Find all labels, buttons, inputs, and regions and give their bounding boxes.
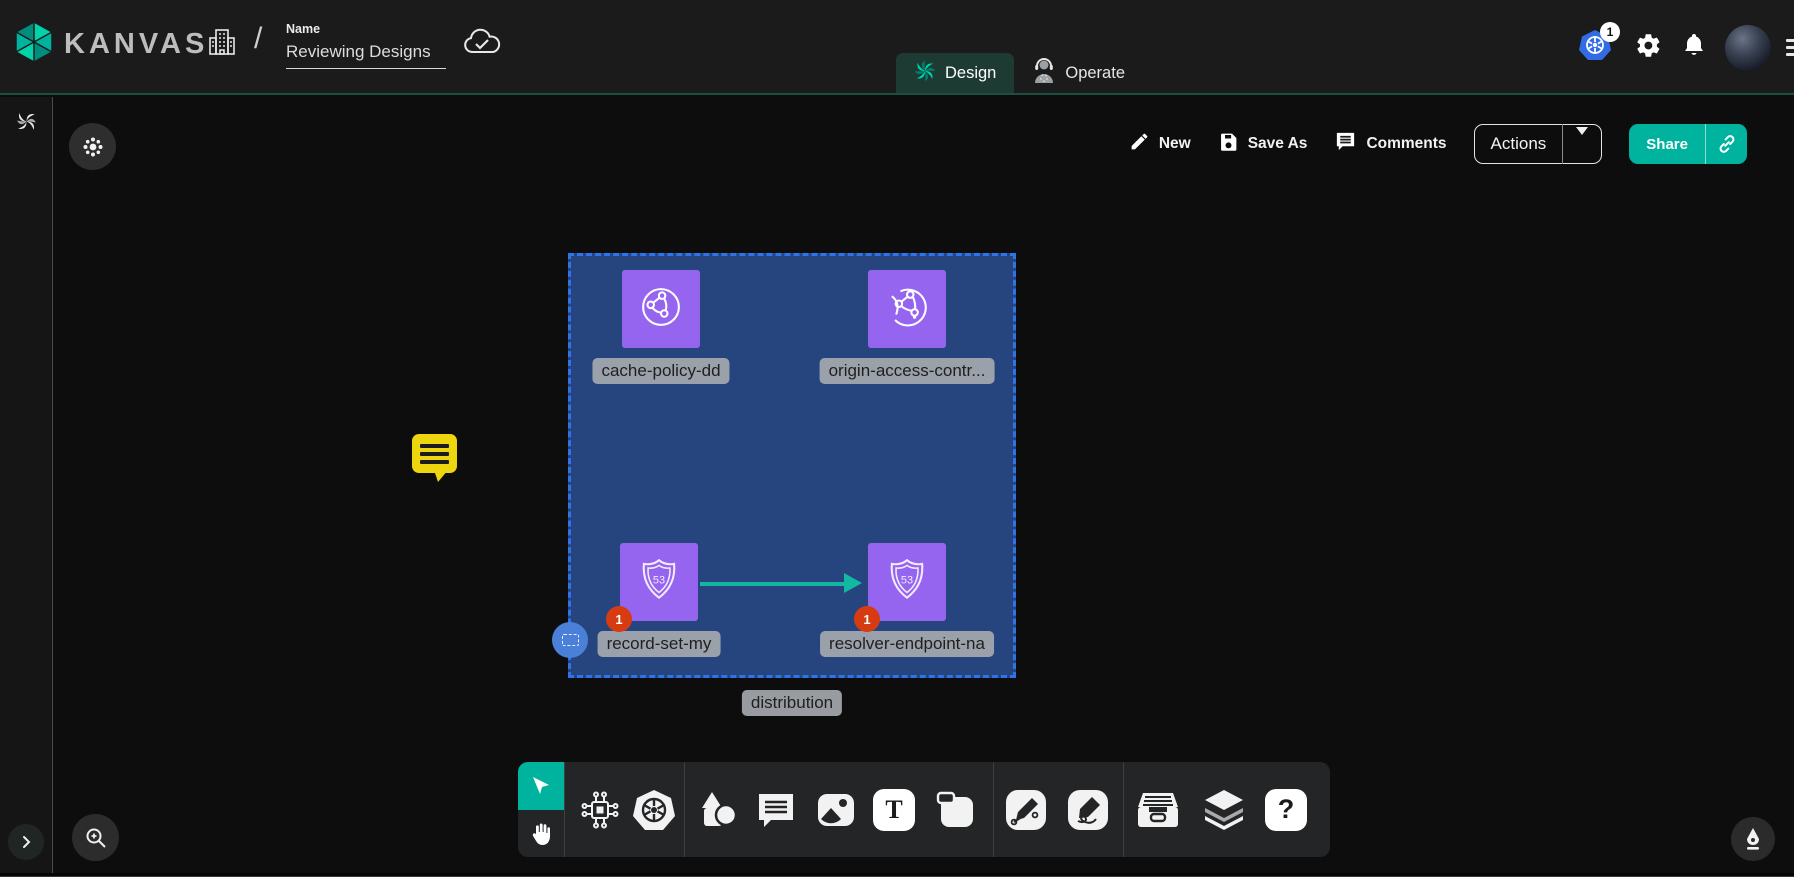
mode-tabs: Design Operate bbox=[896, 53, 1143, 93]
svg-text:53: 53 bbox=[901, 574, 913, 586]
tool-select-cursor[interactable] bbox=[518, 762, 564, 810]
node-record-set[interactable]: 53 bbox=[620, 543, 698, 621]
node-cache-policy[interactable] bbox=[622, 270, 700, 348]
header: KANVAS / Name bbox=[0, 0, 1794, 95]
actions-dropdown-button[interactable]: Actions bbox=[1474, 124, 1603, 164]
zoom-in-button[interactable] bbox=[72, 814, 119, 861]
operator-headset-icon bbox=[1032, 58, 1056, 89]
route53-shield-icon: 53 bbox=[634, 555, 684, 610]
comments-label: Comments bbox=[1366, 135, 1446, 153]
design-name-label: Name bbox=[286, 22, 448, 36]
gear-icon[interactable] bbox=[1635, 32, 1662, 64]
kanvas-hexagon-icon bbox=[14, 20, 54, 69]
node-label-resolver-endpoint[interactable]: resolver-endpoint-na bbox=[820, 631, 994, 657]
comment-bubble-icon bbox=[1334, 130, 1357, 158]
pen-nib-button[interactable] bbox=[1731, 817, 1775, 861]
avatar[interactable] bbox=[1725, 25, 1771, 71]
tool-text[interactable]: T bbox=[873, 789, 915, 831]
edge-record-to-resolver[interactable] bbox=[700, 582, 846, 586]
logo-text: KANVAS bbox=[64, 28, 208, 61]
pencil-icon bbox=[1129, 131, 1150, 157]
design-name-input[interactable] bbox=[286, 40, 446, 69]
k8s-context-count-badge: 1 bbox=[1600, 22, 1620, 42]
actions-caret-button[interactable] bbox=[1563, 135, 1601, 153]
canvas-module-button[interactable] bbox=[69, 123, 116, 170]
share-button[interactable]: Share bbox=[1629, 124, 1747, 164]
toolbar-divider bbox=[564, 762, 565, 857]
route53-shield-icon: 53 bbox=[882, 555, 932, 610]
edge-arrowhead-icon bbox=[844, 573, 862, 593]
tab-design[interactable]: Design bbox=[896, 53, 1014, 93]
tab-operate[interactable]: Operate bbox=[1014, 53, 1143, 93]
menu-icon[interactable] bbox=[1786, 39, 1794, 56]
chevron-down-icon bbox=[1576, 127, 1588, 152]
design-spiral-icon bbox=[914, 60, 936, 87]
organization-icon[interactable] bbox=[208, 26, 236, 63]
design-name-field: Name bbox=[286, 22, 448, 69]
window-bottom-edge bbox=[0, 873, 1794, 877]
tool-drawer-archive[interactable] bbox=[1135, 790, 1181, 830]
toolbar-divider bbox=[684, 762, 685, 857]
comment-marker-tail bbox=[434, 470, 448, 482]
floppy-icon bbox=[1218, 131, 1239, 157]
tool-kubernetes[interactable] bbox=[632, 788, 676, 832]
node-origin-access[interactable] bbox=[868, 270, 946, 348]
node-label-cache-policy[interactable]: cache-policy-dd bbox=[592, 358, 729, 384]
bottom-toolbar: T bbox=[518, 762, 1330, 857]
design-action-bar: New Save As Comments Actions bbox=[1129, 123, 1747, 165]
tool-image[interactable] bbox=[815, 789, 857, 831]
node-label-origin-access[interactable]: origin-access-contr... bbox=[820, 358, 995, 384]
kanvas-logo[interactable]: KANVAS bbox=[14, 20, 208, 69]
group-selection-handle[interactable] bbox=[552, 622, 588, 658]
globe-network-icon bbox=[635, 281, 687, 338]
node-resolver-endpoint[interactable]: 53 bbox=[868, 543, 946, 621]
tool-pen-path[interactable] bbox=[1004, 788, 1048, 832]
node-error-badge[interactable]: 1 bbox=[854, 606, 880, 632]
tool-pencil-draw[interactable] bbox=[1066, 788, 1110, 832]
node-label-record-set[interactable]: record-set-my bbox=[598, 631, 721, 657]
group-label-distribution[interactable]: distribution bbox=[742, 690, 842, 716]
svg-text:53: 53 bbox=[653, 574, 665, 586]
new-label: New bbox=[1159, 135, 1191, 153]
breadcrumb-separator: / bbox=[254, 22, 262, 56]
actions-label: Actions bbox=[1475, 134, 1563, 154]
tool-help[interactable]: ? bbox=[1265, 789, 1307, 831]
group-icon bbox=[562, 634, 579, 646]
comments-button[interactable]: Comments bbox=[1334, 130, 1446, 158]
cloud-sync-icon bbox=[462, 28, 502, 63]
meshery-spiral-icon[interactable] bbox=[14, 109, 39, 139]
canvas-comment-marker[interactable] bbox=[412, 434, 457, 473]
header-right-controls: 1 bbox=[1579, 0, 1794, 95]
toolbar-divider bbox=[1123, 762, 1124, 857]
tab-operate-label: Operate bbox=[1065, 64, 1125, 83]
save-as-label: Save As bbox=[1248, 135, 1308, 153]
tool-note[interactable] bbox=[935, 789, 977, 831]
toolbar-divider bbox=[993, 762, 994, 857]
tab-design-label: Design bbox=[945, 64, 996, 83]
tool-comment[interactable] bbox=[755, 790, 797, 830]
tool-component-chip[interactable] bbox=[579, 789, 621, 831]
copy-link-button[interactable] bbox=[1705, 124, 1747, 164]
sidebar-expand-button[interactable] bbox=[8, 824, 44, 860]
kubernetes-context-button[interactable]: 1 bbox=[1579, 29, 1611, 66]
tool-hand-pan[interactable] bbox=[518, 810, 564, 857]
tool-shapes[interactable] bbox=[696, 788, 740, 832]
node-error-badge[interactable]: 1 bbox=[606, 606, 632, 632]
app-window: KANVAS / Name bbox=[0, 0, 1794, 877]
new-button[interactable]: New bbox=[1129, 131, 1191, 157]
left-sidebar bbox=[0, 97, 53, 877]
tool-layers[interactable] bbox=[1201, 788, 1247, 832]
save-as-button[interactable]: Save As bbox=[1218, 131, 1308, 157]
bell-icon[interactable] bbox=[1682, 32, 1706, 63]
share-label: Share bbox=[1629, 124, 1705, 164]
globe-network-alt-icon bbox=[881, 281, 933, 338]
